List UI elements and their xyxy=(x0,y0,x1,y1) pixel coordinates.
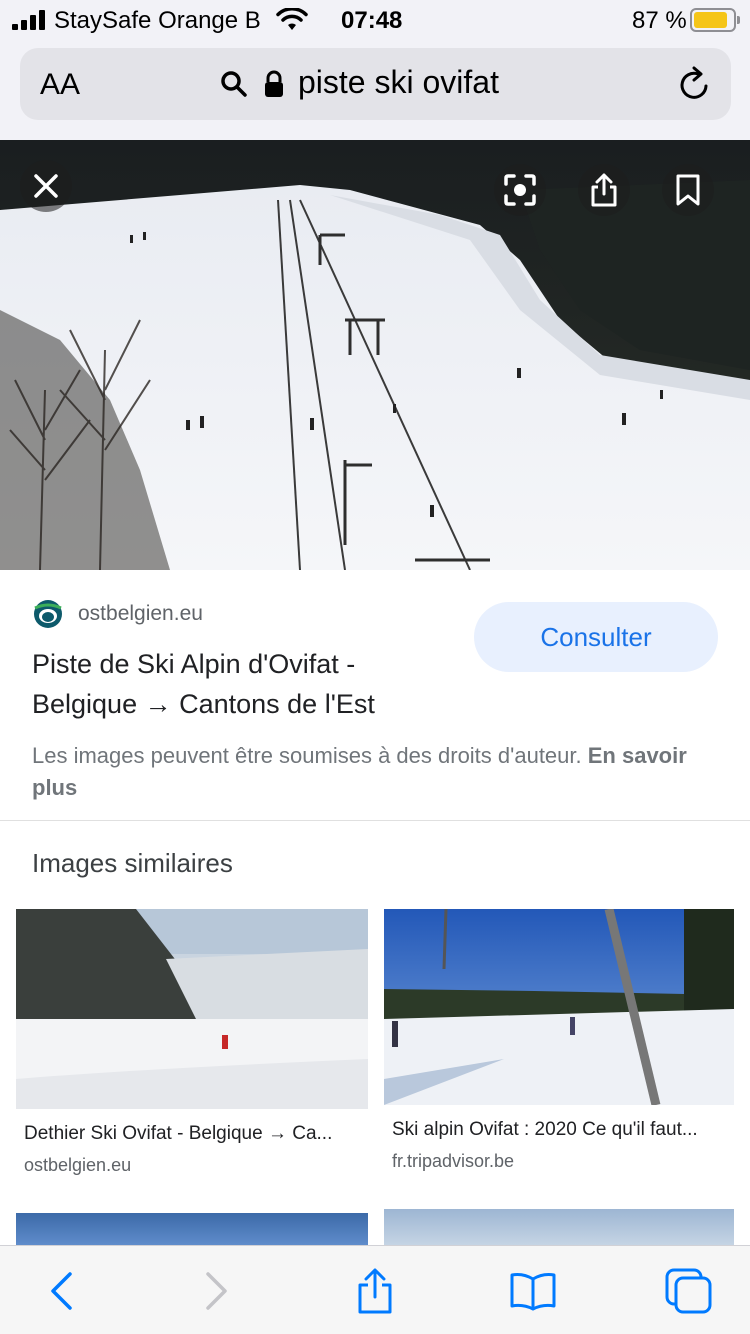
source-domain: ostbelgien.eu xyxy=(78,602,203,625)
forward-icon xyxy=(206,1272,227,1310)
address-bar[interactable]: AA piste ski ovifat xyxy=(20,48,731,120)
tabs-icon xyxy=(665,1268,712,1314)
forward-button[interactable] xyxy=(192,1266,242,1316)
section-divider xyxy=(0,820,750,821)
back-button[interactable] xyxy=(36,1266,86,1316)
similar-image-source: ostbelgien.eu xyxy=(24,1155,132,1175)
result-title[interactable]: Piste de Ski Alpin d'Ovifat - Belgique →… xyxy=(32,644,452,724)
bottom-toolbar xyxy=(0,1245,750,1334)
copyright-text: Les images peuvent être soumises à des d… xyxy=(32,743,582,768)
close-icon xyxy=(34,174,58,198)
ski-slope-photo xyxy=(0,140,750,570)
lens-icon xyxy=(504,174,536,206)
copyright-notice: Les images peuvent être soumises à des d… xyxy=(32,740,712,804)
consult-button[interactable]: Consulter xyxy=(474,602,718,672)
preview-image[interactable] xyxy=(0,140,750,570)
share-icon xyxy=(358,1268,392,1314)
search-icon xyxy=(221,71,247,97)
similar-image-card[interactable]: Ski alpin Ovifat : 2020 Ce qu'il faut...… xyxy=(384,909,734,1179)
share-button[interactable] xyxy=(350,1266,400,1316)
reader-options-button[interactable]: AA xyxy=(40,68,80,102)
similar-image-thumbnail xyxy=(16,1213,368,1245)
similar-image-caption: Ski alpin Ovifat : 2020 Ce qu'il faut... xyxy=(392,1119,698,1140)
battery-percent: 87 % xyxy=(632,7,687,34)
carrier-name: StaySafe Orange B xyxy=(54,7,261,34)
ostbelgien-favicon xyxy=(34,600,62,628)
url-text[interactable]: piste ski ovifat xyxy=(298,64,499,101)
address-bar-area: AA piste ski ovifat xyxy=(0,40,750,140)
lens-button[interactable] xyxy=(494,164,546,216)
similar-image-card[interactable] xyxy=(16,1213,368,1245)
tabs-button[interactable] xyxy=(664,1266,714,1316)
close-button[interactable] xyxy=(20,160,72,212)
save-image-button[interactable] xyxy=(662,164,714,216)
back-icon xyxy=(51,1272,72,1310)
share-icon xyxy=(591,173,617,207)
battery-icon xyxy=(690,8,740,32)
signal-icon xyxy=(12,10,48,30)
share-image-button[interactable] xyxy=(578,164,630,216)
similar-image-caption: Dethier Ski Ovifat - Belgique → Ca... xyxy=(24,1123,333,1144)
ski-lift-photo xyxy=(384,909,734,1105)
reload-icon[interactable] xyxy=(678,66,712,102)
wifi-icon xyxy=(276,8,308,30)
status-bar: StaySafe Orange B 07:48 87 % xyxy=(0,0,750,40)
lock-icon xyxy=(265,70,283,97)
bookmarks-button[interactable] xyxy=(508,1266,558,1316)
bookmarks-icon xyxy=(510,1273,556,1311)
similar-image-card[interactable] xyxy=(384,1209,734,1245)
similar-image-thumbnail xyxy=(16,909,368,1109)
similar-image-thumbnail xyxy=(384,909,734,1105)
similar-image-thumbnail xyxy=(384,1209,734,1245)
clock: 07:48 xyxy=(341,7,403,34)
bookmark-icon xyxy=(676,174,700,206)
snowy-slope-photo xyxy=(16,909,368,1109)
similar-image-card[interactable]: Dethier Ski Ovifat - Belgique → Ca... os… xyxy=(16,909,368,1179)
result-source[interactable]: ostbelgien.eu xyxy=(32,596,203,632)
similar-image-source: fr.tripadvisor.be xyxy=(392,1151,515,1171)
similar-images-heading: Images similaires xyxy=(32,848,233,878)
